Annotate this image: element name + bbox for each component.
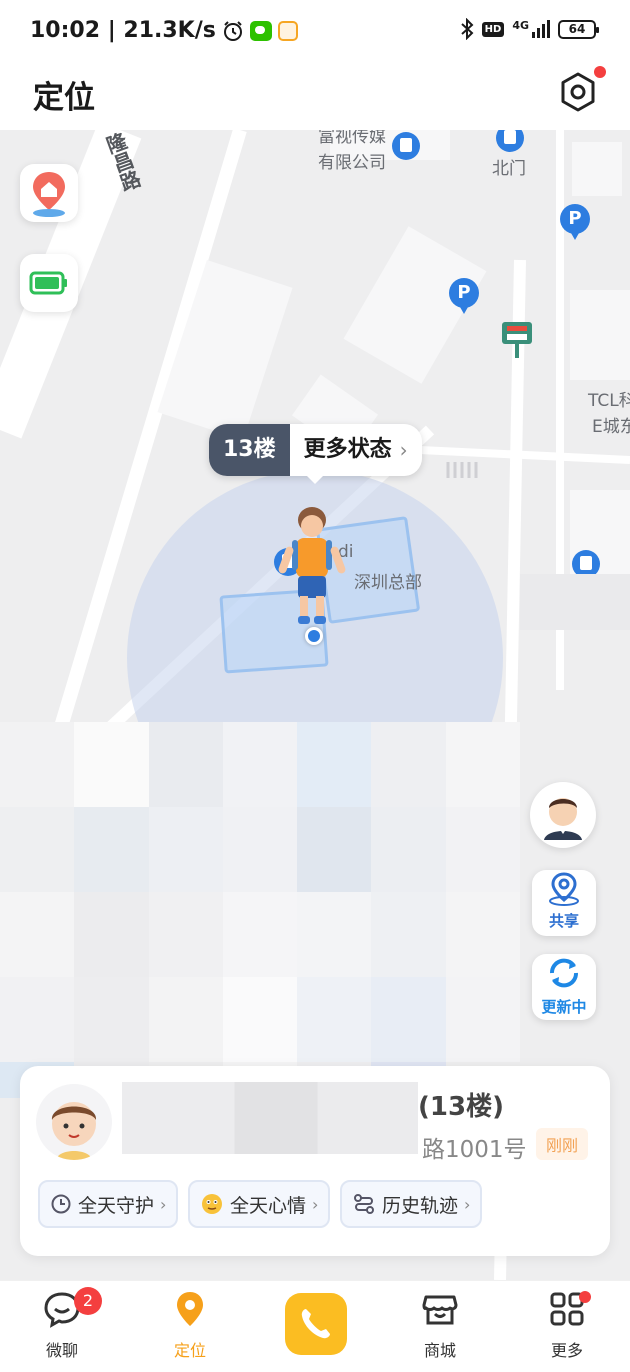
status-left: 10:02 | 21.3K/s <box>30 18 298 43</box>
poi-label-tcl: TCL科 <box>588 391 630 411</box>
status-bar: 10:02 | 21.3K/s HD 4G 64 <box>0 0 630 64</box>
settings-notification-dot <box>594 66 606 78</box>
more-notification-dot <box>579 1291 591 1303</box>
chevron-right-icon: › <box>312 1194 319 1214</box>
call-button[interactable] <box>285 1293 347 1355</box>
nav-item-location[interactable]: 定位 <box>150 1289 230 1361</box>
chevron-right-icon: › <box>464 1194 471 1214</box>
nav-label: 商城 <box>423 1341 456 1360</box>
network-type: 4G <box>512 19 529 32</box>
bus-stop-icon[interactable] <box>392 132 420 160</box>
refresh-icon <box>549 958 579 988</box>
parking-icon[interactable]: P <box>560 204 590 240</box>
parent-avatar-icon <box>544 798 582 840</box>
store-icon <box>422 1295 458 1325</box>
app-header: 定位 <box>0 64 630 130</box>
clock-icon <box>51 1194 71 1214</box>
location-pin-icon <box>177 1292 203 1326</box>
privacy-mosaic-side <box>520 574 630 630</box>
page-title: 定位 <box>33 80 95 116</box>
child-face-icon <box>51 1102 97 1160</box>
history-track-chip[interactable]: 历史轨迹 › <box>340 1180 483 1228</box>
location-share-icon <box>549 872 579 906</box>
poi-label-company: 有限公司 <box>318 153 386 173</box>
parent-avatar-button[interactable] <box>530 782 596 848</box>
child-avatar-marker[interactable] <box>276 502 348 630</box>
alarm-icon <box>223 20 242 41</box>
nav-label: 定位 <box>173 1341 206 1360</box>
nav-label: 更多 <box>550 1341 583 1360</box>
bus-station-icon[interactable] <box>500 320 534 362</box>
poi-label-north-gate: 北门 <box>492 159 526 179</box>
hd-badge: HD <box>481 21 505 37</box>
status-right: HD 4G 64 <box>460 18 599 40</box>
chat-unread-badge: 2 <box>74 1287 102 1315</box>
address-line-2: 路1001号 <box>422 1137 527 1163</box>
nav-item-store[interactable]: 商城 <box>400 1289 480 1361</box>
wechat-icon <box>249 20 272 41</box>
floor-status-bubble[interactable]: 13楼 更多状态 › <box>209 424 422 476</box>
refresh-button[interactable]: 更新中 <box>532 954 596 1020</box>
more-status-label: 更多状态 <box>303 437 392 462</box>
share-label: 共享 <box>548 912 579 930</box>
chip-label: 全天守护 <box>78 1194 155 1217</box>
bubble-tail <box>305 474 325 484</box>
gear-icon <box>561 72 595 112</box>
home-location-button[interactable] <box>20 164 78 222</box>
share-button[interactable]: 共享 <box>532 870 596 936</box>
parking-icon[interactable]: P <box>449 278 479 314</box>
battery-full-icon <box>29 271 67 295</box>
redacted-name-address <box>122 1082 418 1154</box>
chip-label: 历史轨迹 <box>382 1194 459 1217</box>
child-avatar <box>36 1084 112 1160</box>
settings-button[interactable] <box>556 66 606 114</box>
status-time: 10:02 | 21.3K/s <box>30 18 216 43</box>
poi-label-top: 富视传媒 <box>318 130 386 147</box>
bluetooth-icon <box>460 18 474 40</box>
poi-label-ecity: E城东 <box>592 417 630 437</box>
privacy-mosaic <box>0 722 520 1062</box>
battery-status-button[interactable] <box>20 254 78 312</box>
signal-icon <box>532 20 550 38</box>
nav-label: 微聊 <box>45 1341 78 1360</box>
chevron-right-icon: › <box>399 438 408 462</box>
app-notification-icon <box>277 20 298 41</box>
battery-indicator: 64 <box>558 19 599 39</box>
emoji-icon <box>202 1194 222 1214</box>
chevron-right-icon: › <box>160 1194 167 1214</box>
phone-icon <box>301 1309 330 1339</box>
home-pin-icon <box>33 172 65 217</box>
track-icon <box>354 1194 374 1214</box>
location-info-card[interactable]: (13楼) 路1001号 刚刚 全天守护 › 全天心情 › 历史轨迹 › <box>20 1066 610 1256</box>
location-dot <box>305 627 323 645</box>
bottom-navigation: 2 微聊 定位 商城 更多 <box>0 1280 630 1372</box>
address-line-1: (13楼) <box>418 1092 504 1122</box>
floor-tag: 13楼 <box>209 424 290 476</box>
all-day-guard-chip[interactable]: 全天守护 › <box>38 1180 179 1228</box>
update-time-badge: 刚刚 <box>535 1128 588 1160</box>
cell-signal: 4G <box>512 19 550 38</box>
more-status-button[interactable]: 更多状态 › <box>289 424 422 476</box>
nav-item-more[interactable]: 更多 <box>527 1289 607 1361</box>
updating-label: 更新中 <box>541 998 587 1016</box>
chip-label: 全天心情 <box>230 1194 307 1217</box>
building-label-hq: 深圳总部 <box>354 573 422 593</box>
all-day-mood-chip[interactable]: 全天心情 › <box>188 1180 331 1228</box>
nav-item-chat[interactable]: 2 微聊 <box>22 1287 102 1361</box>
